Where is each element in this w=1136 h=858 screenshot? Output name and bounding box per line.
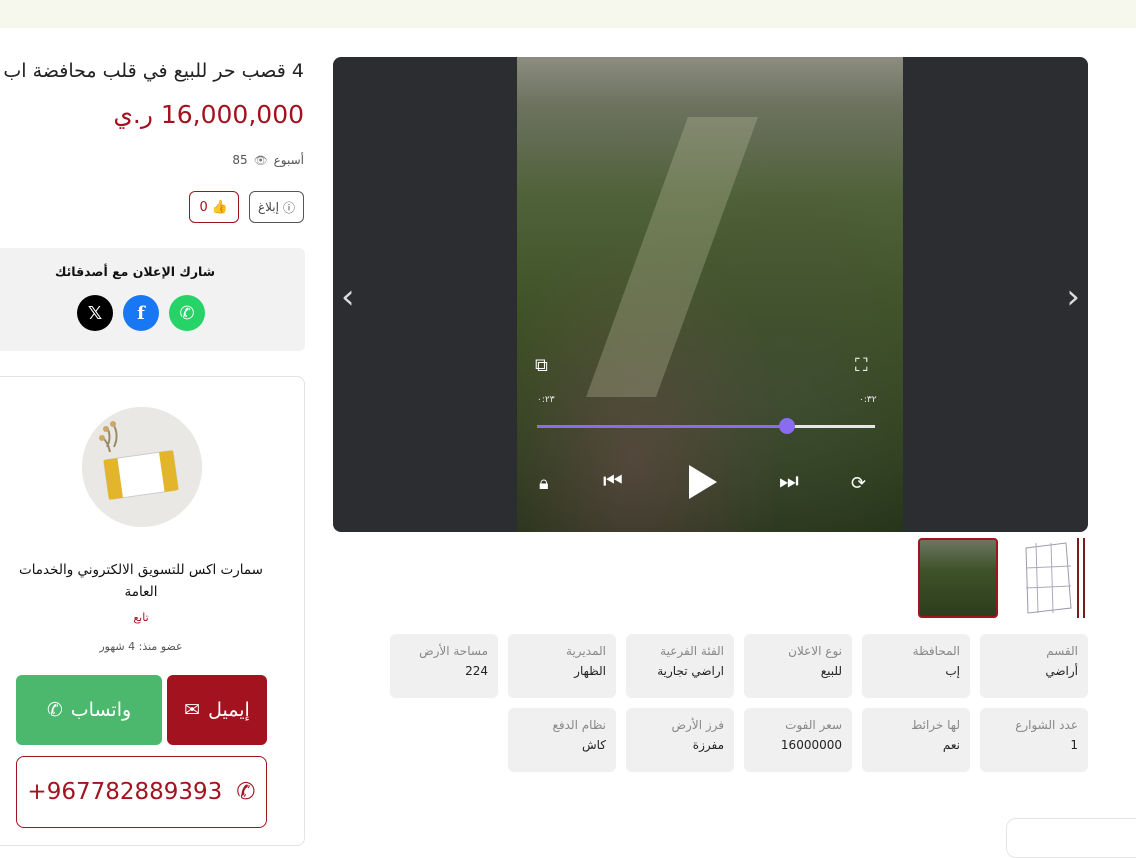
rotate-icon[interactable]: ⟳	[851, 473, 866, 494]
time-elapsed: ٠:٢٣	[537, 395, 555, 405]
play-icon[interactable]	[689, 465, 717, 499]
alert-icon: ⓘ	[282, 200, 295, 215]
progress-fill	[537, 425, 788, 428]
detail-card: الفئة الفرعية اراضي تجارية	[626, 634, 734, 698]
phone-number: +967782889393	[27, 779, 223, 805]
detail-label: نوع الاعلان	[788, 644, 842, 658]
detail-card: لها خرائط نعم	[862, 708, 970, 772]
detail-label: فرز الأرض	[671, 718, 724, 732]
chevron-left-icon[interactable]: ‹	[341, 277, 355, 317]
listing-meta: أسبوع 👁 85	[232, 153, 304, 167]
seller-card: سمارت اكس للتسويق الالكتروني والخدمات ال…	[0, 376, 305, 846]
detail-card: مساحة الأرض 224	[390, 634, 498, 698]
eye-icon: 👁	[253, 153, 268, 167]
detail-value: أراضي	[1045, 664, 1078, 678]
chevron-right-icon[interactable]: ›	[1066, 277, 1080, 317]
detail-value: إب	[945, 664, 960, 678]
whatsapp-button[interactable]: واتساب ✆	[16, 675, 162, 745]
avatar-image	[82, 407, 202, 527]
detail-card: المديرية الظهار	[508, 634, 616, 698]
detail-value: كاش	[581, 738, 606, 752]
detail-label: المديرية	[566, 644, 606, 658]
share-icons: 𝕏 f ✆	[77, 295, 205, 331]
report-button[interactable]: ⓘ إبلاغ	[248, 191, 304, 223]
skip-forward-icon[interactable]: ⏭	[779, 469, 799, 494]
media-viewer: ‹ ⧉ ⛶ ٠:٢٣ ٠:٣٢ 🔒︎ ⏮ ⏭ ⟳ ›	[333, 57, 1088, 532]
fullscreen-icon[interactable]: ⛶	[855, 355, 868, 376]
x-icon[interactable]: 𝕏	[77, 295, 113, 331]
email-label: إيميل	[208, 699, 250, 721]
member-since: عضو منذ: 4 شهور	[99, 640, 183, 653]
detail-value: للبيع	[820, 664, 842, 678]
listing-price: 16,000,000 ر.ي	[113, 100, 304, 129]
video-progress[interactable]	[537, 418, 875, 434]
like-button[interactable]: 👍 0	[188, 191, 239, 223]
detail-value: 224	[465, 664, 488, 678]
follow-link[interactable]: تابع	[0, 611, 291, 624]
skip-back-icon[interactable]: ⏮	[603, 469, 623, 494]
whatsapp-label: واتساب	[70, 699, 132, 721]
top-bar	[0, 0, 1136, 28]
detail-value: اراضي تجارية	[657, 664, 724, 678]
detail-label: المحافظة	[912, 644, 960, 658]
share-title: شارك الإعلان مع أصدقائك	[54, 264, 216, 279]
detail-value: 16000000	[780, 738, 842, 752]
detail-card: المحافظة إب	[862, 634, 970, 698]
video-frame-path	[586, 117, 758, 397]
thumbnail-photo[interactable]	[918, 538, 998, 618]
detail-card: فرز الأرض مفرزة	[626, 708, 734, 772]
detail-card: نظام الدفع كاش	[508, 708, 616, 772]
detail-value: مفرزة	[692, 738, 724, 752]
seller-name[interactable]: سمارت اكس للتسويق الالكتروني والخدمات ال…	[11, 559, 271, 603]
lock-icon[interactable]: 🔒︎	[539, 473, 549, 494]
listing-actions: ⓘ إبلاغ 👍 0	[188, 191, 304, 223]
detail-label: عدد الشوارع	[1015, 718, 1078, 732]
phone-button[interactable]: +967782889393 ✆	[16, 756, 267, 828]
detail-label: لها خرائط	[911, 718, 960, 732]
time-ago: أسبوع	[273, 153, 304, 167]
detail-label: سعر الفوت	[785, 718, 842, 732]
share-box: شارك الإعلان مع أصدقائك 𝕏 f ✆	[0, 248, 305, 351]
detail-card: نوع الاعلان للبيع	[744, 634, 852, 698]
picture-in-picture-icon[interactable]: ⧉	[535, 355, 548, 376]
report-label: إبلاغ	[257, 200, 279, 214]
envelope-icon: ✉	[184, 699, 201, 721]
detail-value: الظهار	[574, 664, 606, 678]
detail-label: القسم	[1046, 644, 1078, 658]
detail-card: القسم أراضي	[980, 634, 1088, 698]
avatar[interactable]	[82, 407, 202, 527]
thumbnail-map[interactable]	[1016, 538, 1088, 618]
map-thumbnail-image	[1016, 538, 1088, 618]
phone-icon: ✆	[236, 779, 256, 805]
detail-label: مساحة الأرض	[419, 644, 488, 658]
detail-value: نعم	[942, 738, 960, 752]
thumbs-up-icon: 👍	[211, 199, 228, 215]
listing-title: 4 قصب حر للبيع في قلب محافضة اب	[3, 60, 304, 82]
views-count: 85	[232, 153, 248, 167]
progress-handle[interactable]	[779, 418, 796, 434]
detail-label: الفئة الفرعية	[660, 644, 724, 658]
whatsapp-icon: ✆	[46, 699, 63, 721]
video-player[interactable]: ⧉ ⛶ ٠:٢٣ ٠:٣٢ 🔒︎ ⏮ ⏭ ⟳	[517, 57, 903, 532]
detail-value: 1	[1070, 738, 1078, 752]
detail-card: سعر الفوت 16000000	[744, 708, 852, 772]
like-count: 0	[199, 199, 208, 215]
facebook-icon[interactable]: f	[123, 295, 159, 331]
whatsapp-icon[interactable]: ✆	[169, 295, 205, 331]
time-total: ٠:٣٢	[859, 395, 877, 405]
detail-card: عدد الشوارع 1	[980, 708, 1088, 772]
email-button[interactable]: إيميل ✉	[167, 675, 267, 745]
floating-panel-edge	[1006, 818, 1136, 858]
detail-label: نظام الدفع	[552, 718, 607, 732]
